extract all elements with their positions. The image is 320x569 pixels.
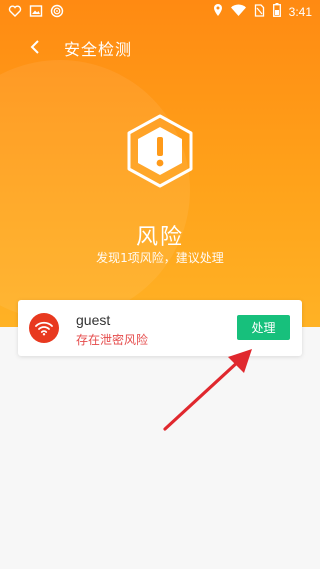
battery-icon: [272, 3, 281, 20]
handle-risk-button[interactable]: 处理: [237, 315, 290, 340]
wifi-icon: [35, 321, 53, 335]
pointer-arrow-annotation: [163, 349, 252, 431]
risk-description: 存在泄密风险: [76, 333, 149, 347]
heart-icon: [8, 4, 22, 18]
chevron-left-icon: [30, 40, 39, 54]
shield-warning-icon: [127, 114, 193, 188]
title-bar: 安全检测: [0, 24, 320, 70]
risk-status-title: 风险: [135, 225, 184, 250]
background-glow: [0, 60, 190, 320]
network-name: guest: [76, 312, 111, 328]
image-icon: [29, 4, 43, 18]
back-button[interactable]: [23, 35, 47, 59]
clock-time: 3:41: [288, 4, 312, 19]
page-title: 安全检测: [64, 40, 133, 59]
location-icon: [213, 3, 223, 20]
wifi-risk-icon: [29, 313, 59, 343]
status-bar: 3:41: [0, 0, 320, 24]
wifi-icon: [230, 4, 246, 19]
no-sim-icon: [254, 3, 265, 20]
swirl-icon: [50, 4, 64, 18]
risk-status-subtitle: 发现1项风险，建议处理: [96, 251, 224, 265]
